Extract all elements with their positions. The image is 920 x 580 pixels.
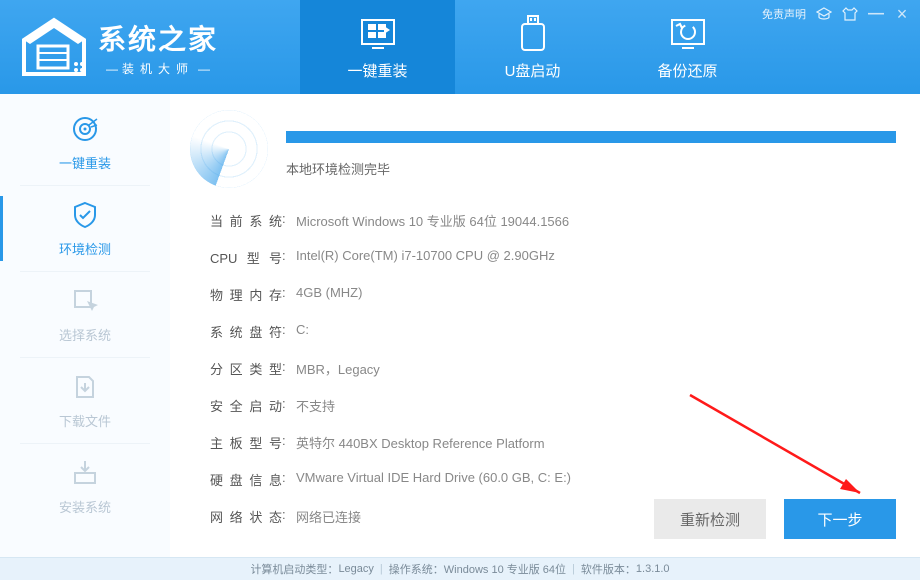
info-row-mobo: 主板型号:英特尔 440BX Desktop Reference Platfor… xyxy=(210,424,896,461)
graduation-icon[interactable] xyxy=(816,6,832,22)
info-label: CPU型号 xyxy=(210,248,282,267)
sb-boot-label: 计算机启动类型： xyxy=(250,561,338,577)
sidebar-item-env-check[interactable]: 环境检测 xyxy=(0,186,170,271)
statusbar: 计算机启动类型： Legacy | 操作系统： Windows 10 专业版 6… xyxy=(0,557,920,580)
sidebar-item-label: 下载文件 xyxy=(59,411,111,430)
info-value: 英特尔 440BX Desktop Reference Platform xyxy=(296,433,545,452)
window-controls: 免责声明 — × xyxy=(762,6,910,22)
windows-icon xyxy=(358,14,398,54)
tab-reinstall[interactable]: 一键重装 xyxy=(300,0,455,94)
progress-text: 本地环境检测完毕 xyxy=(286,159,896,178)
select-icon xyxy=(69,285,101,317)
tab-backup-restore[interactable]: 备份还原 xyxy=(610,0,765,94)
radar-icon xyxy=(190,110,268,188)
sb-os-label: 操作系统： xyxy=(389,561,444,577)
info-row-disk: 硬盘信息:VMware Virtual IDE Hard Drive (60.0… xyxy=(210,461,896,498)
skin-icon[interactable] xyxy=(842,6,858,22)
info-label: 当前系统 xyxy=(210,211,282,230)
separator: | xyxy=(572,563,575,575)
download-icon xyxy=(69,371,101,403)
header: 系统之家 装机大师 一键重装 U盘启动 备份还原 免责声明 xyxy=(0,0,920,94)
info-value: 网络已连接 xyxy=(296,507,361,526)
tab-usb-boot[interactable]: U盘启动 xyxy=(455,0,610,94)
next-button[interactable]: 下一步 xyxy=(784,499,896,539)
info-value: Intel(R) Core(TM) i7-10700 CPU @ 2.90GHz xyxy=(296,248,555,267)
sidebar-item-download[interactable]: 下载文件 xyxy=(0,358,170,443)
disclaimer-link[interactable]: 免责声明 xyxy=(762,6,806,22)
tab-label: 一键重装 xyxy=(347,60,407,81)
shield-check-icon xyxy=(69,199,101,231)
separator: | xyxy=(380,563,383,575)
sb-boot-value: Legacy xyxy=(338,563,373,575)
logo-icon xyxy=(18,16,90,78)
target-icon xyxy=(69,113,101,145)
top-tabs: 一键重装 U盘启动 备份还原 xyxy=(300,0,765,94)
info-row-partition: 分区类型:MBR，Legacy xyxy=(210,350,896,387)
sidebar-item-label: 选择系统 xyxy=(59,325,111,344)
progress-row: 本地环境检测完毕 xyxy=(190,110,896,188)
install-icon xyxy=(69,457,101,489)
sb-os-value: Windows 10 专业版 64位 xyxy=(444,561,566,577)
info-value: Microsoft Windows 10 专业版 64位 19044.1566 xyxy=(296,211,569,230)
logo-title: 系统之家 xyxy=(98,18,218,58)
info-value: 不支持 xyxy=(296,396,335,415)
restore-icon xyxy=(668,14,708,54)
action-buttons: 重新检测 下一步 xyxy=(654,499,896,539)
progress-column: 本地环境检测完毕 xyxy=(286,121,896,178)
info-label: 物理内存 xyxy=(210,285,282,304)
info-value: 4GB (MHZ) xyxy=(296,285,362,304)
info-label: 安全启动 xyxy=(210,396,282,415)
main-panel: 本地环境检测完毕 当前系统:Microsoft Windows 10 专业版 6… xyxy=(170,94,920,557)
info-row-secureboot: 安全启动:不支持 xyxy=(210,387,896,424)
tab-label: 备份还原 xyxy=(657,60,717,81)
sb-version-label: 软件版本： xyxy=(581,561,636,577)
body: 一键重装 环境检测 选择系统 下载文件 安装系统 xyxy=(0,94,920,557)
info-label: 网络状态 xyxy=(210,507,282,526)
system-info: 当前系统:Microsoft Windows 10 专业版 64位 19044.… xyxy=(190,196,896,541)
info-row-cpu: CPU型号:Intel(R) Core(TM) i7-10700 CPU @ 2… xyxy=(210,239,896,276)
sidebar-item-label: 一键重装 xyxy=(59,153,111,172)
logo-area: 系统之家 装机大师 xyxy=(0,0,300,94)
sidebar-item-label: 安装系统 xyxy=(59,497,111,516)
logo-subtitle: 装机大师 xyxy=(98,60,218,77)
info-label: 硬盘信息 xyxy=(210,470,282,489)
info-row-os: 当前系统:Microsoft Windows 10 专业版 64位 19044.… xyxy=(210,202,896,239)
redetect-button[interactable]: 重新检测 xyxy=(654,499,766,539)
sidebar-item-label: 环境检测 xyxy=(59,239,111,258)
logo-text: 系统之家 装机大师 xyxy=(98,18,218,77)
info-label: 分区类型 xyxy=(210,359,282,378)
usb-icon xyxy=(513,14,553,54)
info-value: VMware Virtual IDE Hard Drive (60.0 GB, … xyxy=(296,470,571,489)
progress-bar xyxy=(286,131,896,143)
sidebar: 一键重装 环境检测 选择系统 下载文件 安装系统 xyxy=(0,94,170,557)
close-icon[interactable]: × xyxy=(894,6,910,22)
info-label: 系统盘符 xyxy=(210,322,282,341)
info-label: 主板型号 xyxy=(210,433,282,452)
info-row-sysdrive: 系统盘符:C: xyxy=(210,313,896,350)
sidebar-item-select-system[interactable]: 选择系统 xyxy=(0,272,170,357)
sidebar-item-reinstall[interactable]: 一键重装 xyxy=(0,100,170,185)
sb-version-value: 1.3.1.0 xyxy=(636,563,670,575)
tab-label: U盘启动 xyxy=(505,60,561,81)
info-value: MBR，Legacy xyxy=(296,359,380,378)
info-value: C: xyxy=(296,322,309,341)
info-row-memory: 物理内存:4GB (MHZ) xyxy=(210,276,896,313)
sidebar-item-install[interactable]: 安装系统 xyxy=(0,444,170,529)
minimize-icon[interactable]: — xyxy=(868,6,884,22)
